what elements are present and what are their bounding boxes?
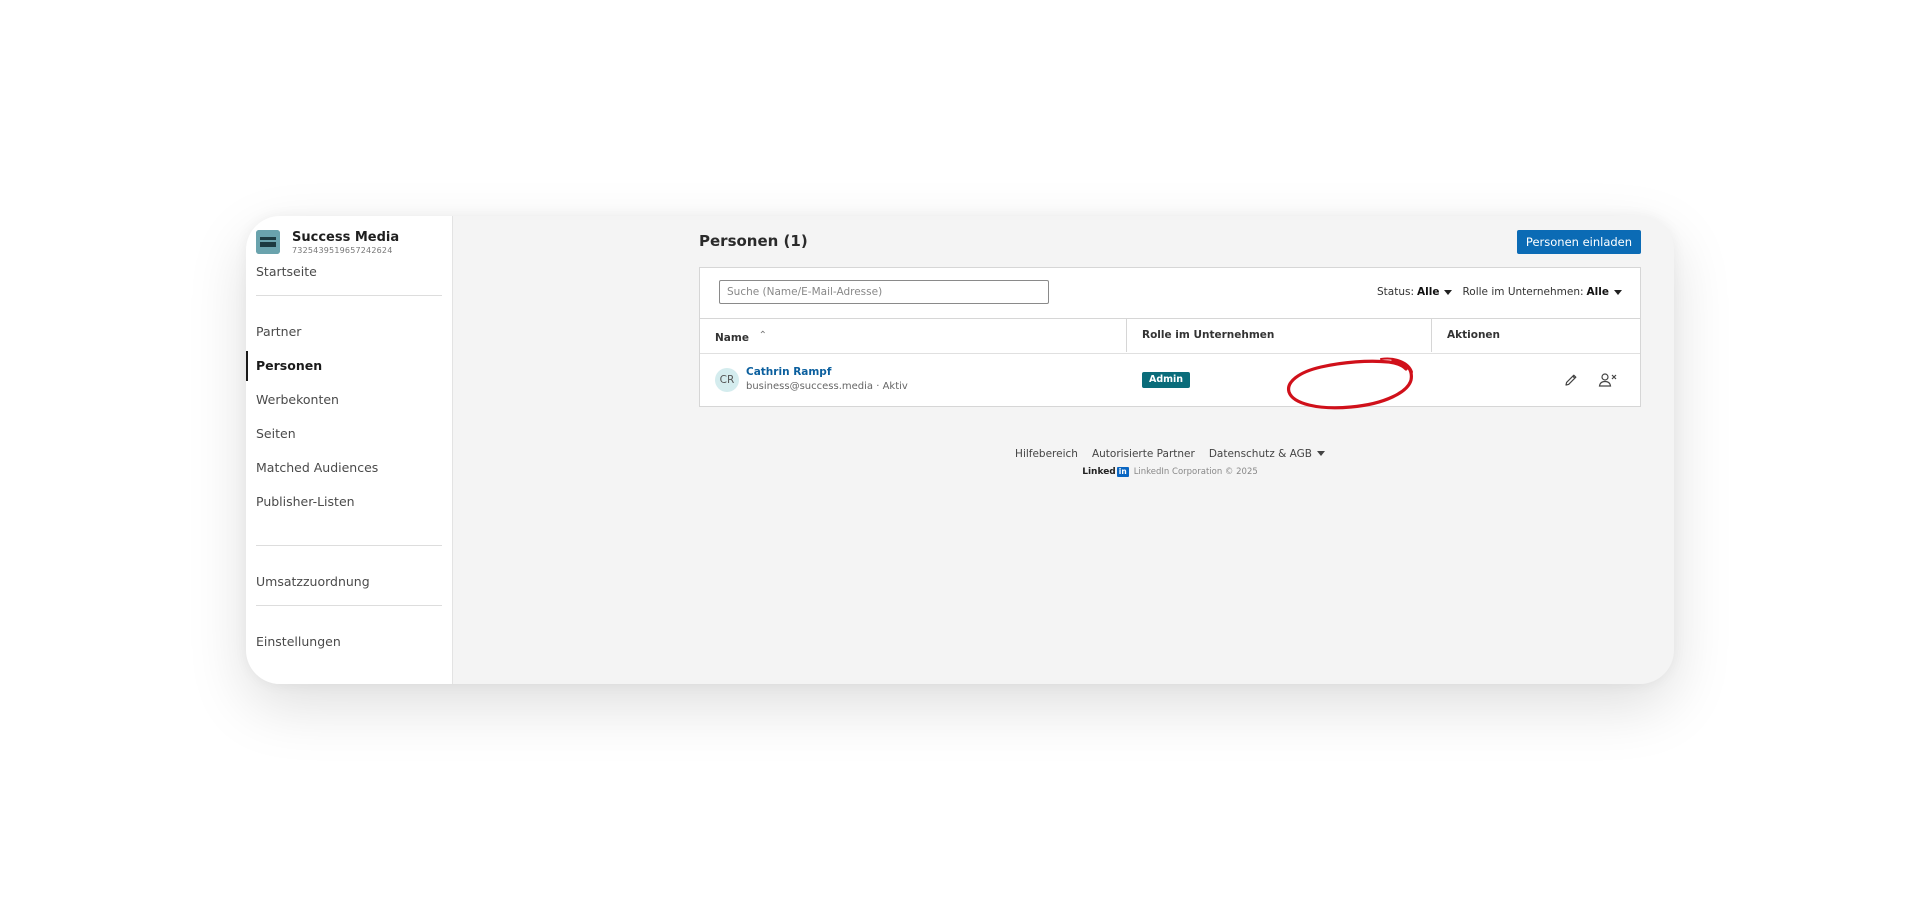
status-filter-value: Alle (1417, 286, 1440, 298)
role-filter[interactable]: Rolle im Unternehmen: Alle (1462, 286, 1622, 298)
sidebar-item-seiten[interactable]: Seiten (246, 423, 452, 445)
pencil-icon (1565, 374, 1577, 386)
copyright: Linked in LinkedIn Corporation © 2025 (699, 467, 1641, 477)
column-header-name-label: Name (715, 332, 749, 344)
org-logo (256, 230, 280, 254)
sidebar-item-umsatzzuordnung[interactable]: Umsatzzuordnung (246, 571, 452, 593)
sidebar-divider (256, 295, 442, 296)
chevron-down-icon (1444, 289, 1453, 295)
people-card: Status: Alle Rolle im Unternehmen: Alle … (699, 267, 1641, 407)
org-name: Success Media (292, 230, 400, 245)
column-header-role: Rolle im Unternehmen (1126, 319, 1431, 352)
filter-bar: Status: Alle Rolle im Unternehmen: Alle (1367, 286, 1622, 298)
role-badge: Admin (1142, 372, 1191, 388)
avatar: CR (715, 368, 739, 392)
remove-person-button[interactable] (1596, 368, 1620, 392)
sidebar-item-startseite[interactable]: Startseite (246, 261, 452, 283)
org-text: Success Media 73254395196572426​24 (292, 230, 399, 255)
chevron-down-icon (1614, 289, 1622, 295)
sidebar-item-werbekonten[interactable]: Werbekonten (246, 389, 452, 411)
sidebar-item-partner[interactable]: Partner (246, 321, 452, 343)
main-content: Personen (1) Personen einladen Status: A… (452, 216, 1674, 684)
status-filter-label: Status: (1377, 286, 1415, 298)
role-filter-label: Rolle im Unternehmen: (1462, 286, 1584, 298)
sidebar-item-personen[interactable]: Personen (246, 351, 452, 381)
footer-link-partners[interactable]: Autorisierte Partner (1092, 448, 1195, 460)
copyright-text: LinkedIn Corporation © 2025 (1133, 467, 1258, 477)
role-filter-value: Alle (1586, 286, 1609, 298)
org-logo-image (256, 230, 280, 254)
linkedin-logo: Linked in (1082, 467, 1129, 477)
sidebar-item-einstellungen[interactable]: Einstellungen (246, 631, 452, 653)
sort-up-icon[interactable]: ⌃ (759, 319, 767, 352)
footer-link-privacy-label: Datenschutz & AGB (1208, 448, 1312, 460)
person-name-link[interactable]: Cathrin Rampf (746, 366, 831, 378)
footer-links: Hilfebereich Autorisierte Partner Datens… (699, 448, 1641, 460)
chevron-down-icon (1316, 451, 1325, 456)
sidebar-divider (256, 605, 442, 606)
person-email-status: business@success.media · Aktiv (746, 381, 908, 392)
edit-button[interactable] (1559, 368, 1583, 392)
sidebar: Success Media 73254395196572426​24 Start… (246, 216, 453, 684)
sidebar-item-matched-audiences[interactable]: Matched Audiences (246, 457, 452, 479)
sidebar-item-publisher-listen[interactable]: Publisher-Listen (246, 491, 452, 513)
app-window: Success Media 73254395196572426​24 Start… (246, 216, 1674, 684)
linkedin-logo-text: Linked (1082, 467, 1116, 477)
column-header-actions: Aktionen (1431, 319, 1641, 352)
table-header: Name ⌃ Rolle im Unternehmen Aktionen (700, 318, 1640, 354)
org-id: 73254395196572426​24 (292, 246, 393, 255)
linkedin-logo-in: in (1116, 467, 1129, 477)
page-footer: Hilfebereich Autorisierte Partner Datens… (699, 448, 1641, 477)
column-header-name[interactable]: Name ⌃ (700, 319, 1126, 352)
footer-link-privacy[interactable]: Datenschutz & AGB (1209, 448, 1325, 460)
invite-people-button[interactable]: Personen einladen (1517, 230, 1641, 254)
table-row: CR Cathrin Rampf business@success.media … (700, 353, 1640, 407)
page-title: Personen (1) (699, 232, 808, 250)
status-filter[interactable]: Status: Alle (1377, 286, 1453, 298)
footer-link-help[interactable]: Hilfebereich (1015, 448, 1078, 460)
sidebar-divider (256, 545, 442, 546)
org-header: Success Media 73254395196572426​24 (256, 230, 399, 255)
search-input[interactable] (719, 280, 1049, 304)
remove-user-icon (1598, 373, 1617, 387)
